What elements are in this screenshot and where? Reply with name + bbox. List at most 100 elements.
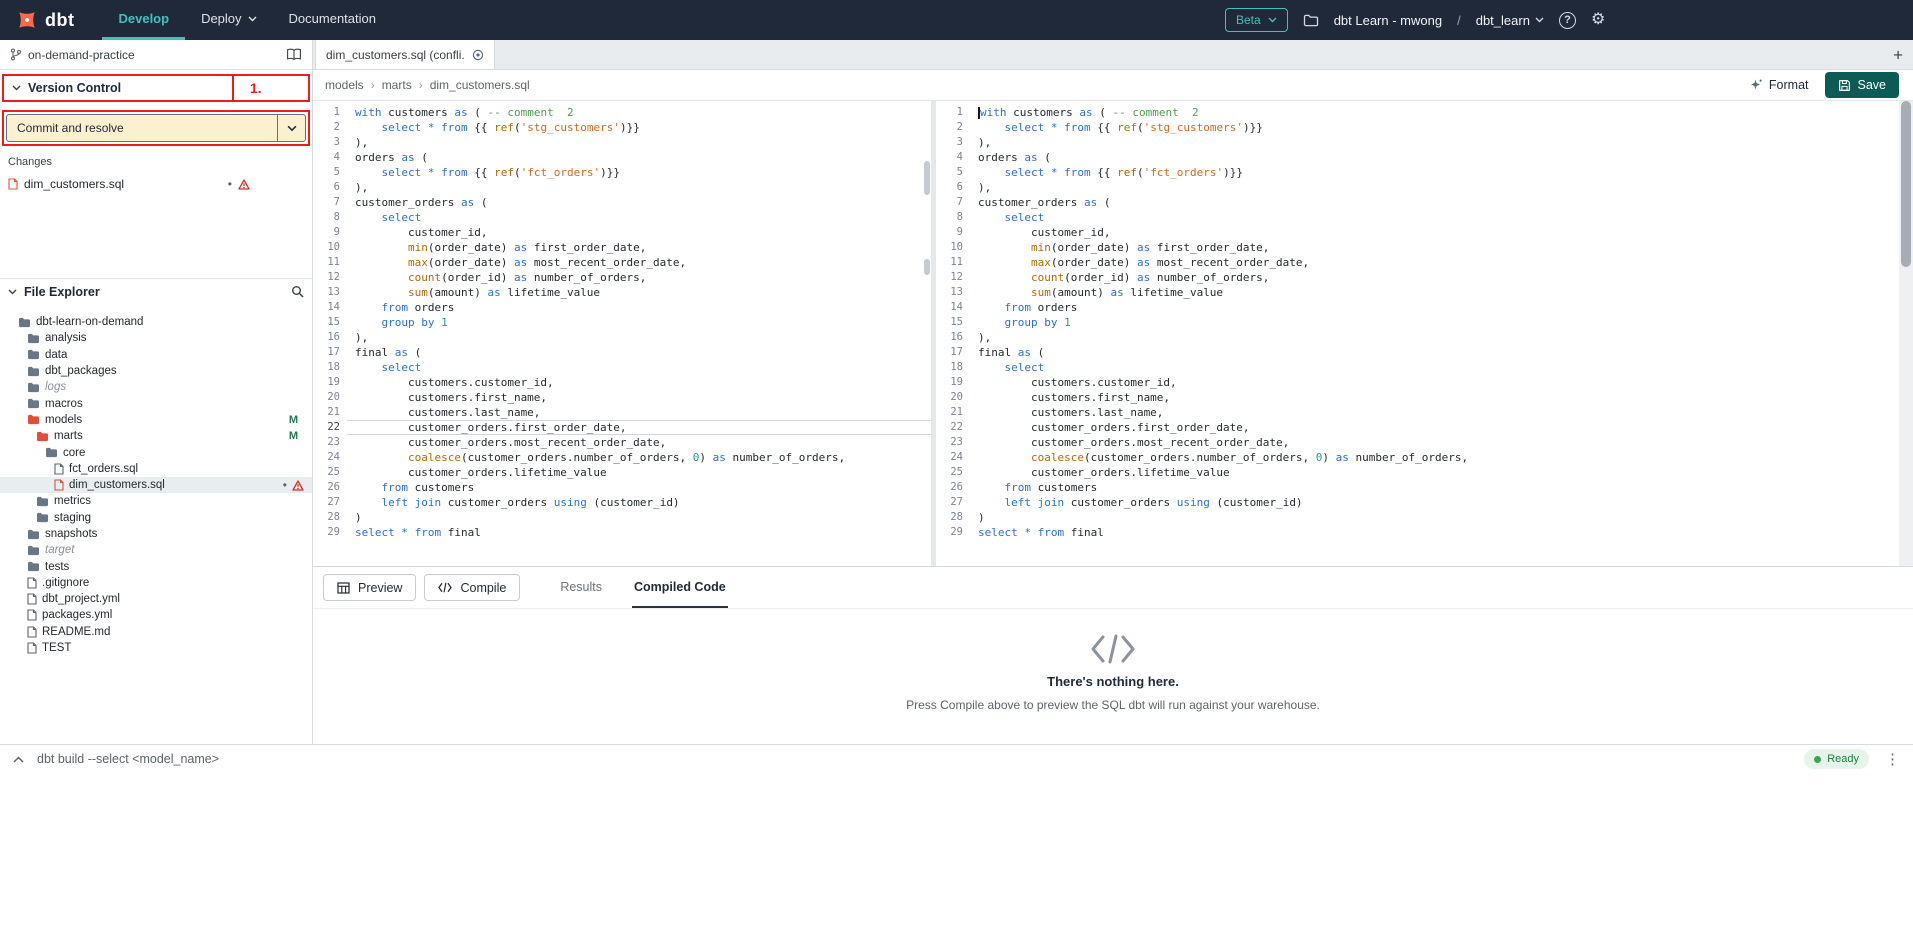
code-line[interactable]: customers.last_name, — [347, 405, 931, 420]
code-line[interactable]: customers.last_name, — [970, 405, 1913, 420]
code-line[interactable]: select * from {{ ref('stg_customers')}} — [970, 120, 1913, 135]
code-line[interactable]: sum(amount) as lifetime_value — [970, 285, 1913, 300]
tab-results[interactable]: Results — [558, 567, 604, 608]
code-line[interactable]: ), — [347, 135, 931, 150]
tree-item-tests[interactable]: tests — [0, 558, 312, 574]
code-line[interactable]: customers.first_name, — [347, 390, 931, 405]
code-line[interactable]: customers.customer_id, — [970, 375, 1913, 390]
new-tab-plus-icon[interactable]: + — [1893, 46, 1903, 63]
help-icon[interactable]: ? — [1559, 12, 1576, 29]
code-line[interactable]: customer_id, — [970, 225, 1913, 240]
left-pane-scrollbar[interactable] — [924, 161, 930, 195]
tree-item-dbt-learn-on-demand[interactable]: dbt-learn-on-demand — [0, 314, 312, 330]
left-pane-scroll-marker[interactable] — [924, 259, 930, 275]
code-line[interactable]: select * from {{ ref('fct_orders')}} — [347, 165, 931, 180]
code-line[interactable]: customer_orders.lifetime_value — [347, 465, 931, 480]
code-line[interactable]: ), — [970, 180, 1913, 195]
tree-item-analysis[interactable]: analysis — [0, 330, 312, 346]
code-line[interactable]: count(order_id) as number_of_orders, — [970, 270, 1913, 285]
code-line[interactable]: group by 1 — [347, 315, 931, 330]
tree-item-data[interactable]: data — [0, 347, 312, 363]
code-line[interactable]: ), — [347, 180, 931, 195]
code-line[interactable]: select — [970, 210, 1913, 225]
code-line[interactable]: select — [347, 360, 931, 375]
code-line[interactable]: final as ( — [970, 345, 1913, 360]
tree-item-logs[interactable]: logs — [0, 379, 312, 395]
tree-item-marts[interactable]: martsM — [0, 428, 312, 444]
scrollbar-thumb[interactable] — [1901, 101, 1911, 267]
code-line[interactable]: customer_id, — [347, 225, 931, 240]
code-line[interactable]: coalesce(customer_orders.number_of_order… — [347, 450, 931, 465]
code-line[interactable]: customers.first_name, — [970, 390, 1913, 405]
code-line[interactable]: min(order_date) as first_order_date, — [970, 240, 1913, 255]
code-line[interactable]: select — [347, 210, 931, 225]
code-line[interactable]: select * from final — [347, 525, 931, 540]
code-line[interactable]: customer_orders as ( — [347, 195, 931, 210]
code-line[interactable]: coalesce(customer_orders.number_of_order… — [970, 450, 1913, 465]
code-line[interactable]: select — [970, 360, 1913, 375]
tree-item-README.md[interactable]: README.md — [0, 624, 312, 640]
tree-item-macros[interactable]: macros — [0, 395, 312, 411]
dbt-logo[interactable]: dbt — [0, 0, 88, 40]
nav-deploy[interactable]: Deploy — [185, 0, 272, 40]
code-line[interactable]: min(order_date) as first_order_date, — [347, 240, 931, 255]
nav-documentation[interactable]: Documentation — [273, 0, 392, 40]
beta-toggle[interactable]: Beta — [1225, 8, 1288, 32]
code-line[interactable]: with customers as ( -- comment 2 — [970, 105, 1913, 120]
code-line[interactable]: final as ( — [347, 345, 931, 360]
code-line[interactable]: customer_orders.most_recent_order_date, — [347, 435, 931, 450]
code-line[interactable]: customer_orders as ( — [970, 195, 1913, 210]
code-line[interactable]: with customers as ( -- comment 2 — [347, 105, 931, 120]
code-line[interactable]: select * from {{ ref('stg_customers')}} — [347, 120, 931, 135]
tree-item-metrics[interactable]: metrics — [0, 493, 312, 509]
code-line[interactable]: customer_orders.first_order_date, — [347, 420, 931, 435]
code-line[interactable]: from orders — [347, 300, 931, 315]
right-pane-scrollbar[interactable] — [1899, 101, 1913, 566]
code-line[interactable]: from customers — [970, 480, 1913, 495]
overflow-menu-icon[interactable]: ⋮ — [1885, 752, 1900, 767]
tree-item-dbt_project.yml[interactable]: dbt_project.yml — [0, 591, 312, 607]
code-editor-left[interactable]: 1234567891011121314151617181920212223242… — [313, 101, 931, 566]
code-line[interactable]: ), — [970, 135, 1913, 150]
code-line[interactable]: customer_orders.first_order_date, — [970, 420, 1913, 435]
code-line[interactable]: customer_orders.most_recent_order_date, — [970, 435, 1913, 450]
code-left[interactable]: with customers as ( -- comment 2 select … — [347, 101, 931, 566]
tree-item-dbt_packages[interactable]: dbt_packages — [0, 363, 312, 379]
command-input[interactable]: dbt build --select <model_name> — [37, 752, 219, 766]
tree-item-TEST[interactable]: TEST — [0, 640, 312, 656]
code-editor-right[interactable]: 1234567891011121314151617181920212223242… — [936, 101, 1913, 566]
project-selector[interactable]: dbt_learn — [1476, 13, 1544, 28]
code-line[interactable]: sum(amount) as lifetime_value — [347, 285, 931, 300]
search-icon[interactable] — [291, 285, 304, 298]
tree-item-models[interactable]: modelsM — [0, 412, 312, 428]
code-line[interactable]: customers.customer_id, — [347, 375, 931, 390]
code-line[interactable]: left join customer_orders using (custome… — [970, 495, 1913, 510]
version-control-header[interactable]: Version Control 1. — [2, 74, 310, 102]
preview-button[interactable]: Preview — [323, 574, 416, 601]
code-line[interactable]: count(order_id) as number_of_orders, — [347, 270, 931, 285]
compile-button[interactable]: Compile — [424, 574, 520, 601]
code-line[interactable]: ), — [970, 330, 1913, 345]
changed-file-row[interactable]: dim_customers.sql • — [0, 175, 312, 193]
code-line[interactable]: select * from final — [970, 525, 1913, 540]
code-line[interactable]: ) — [970, 510, 1913, 525]
format-button[interactable]: Format — [1749, 78, 1809, 92]
commit-dropdown-chevron[interactable] — [277, 115, 305, 141]
tree-item-staging[interactable]: staging — [0, 510, 312, 526]
tree-item-packages.yml[interactable]: packages.yml — [0, 607, 312, 623]
branch-row[interactable]: on-demand-practice — [0, 40, 312, 70]
code-line[interactable]: max(order_date) as most_recent_order_dat… — [347, 255, 931, 270]
code-right[interactable]: with customers as ( -- comment 2 select … — [970, 101, 1913, 566]
tree-item-snapshots[interactable]: snapshots — [0, 526, 312, 542]
file-explorer-header[interactable]: File Explorer — [0, 278, 312, 304]
tree-item-.gitignore[interactable]: .gitignore — [0, 575, 312, 591]
code-line[interactable]: ), — [347, 330, 931, 345]
chevron-up-icon[interactable] — [13, 756, 24, 763]
tree-item-dim_customers.sql[interactable]: dim_customers.sql• — [0, 477, 312, 493]
tab-compiled-code[interactable]: Compiled Code — [632, 567, 728, 608]
settings-gear-icon[interactable]: ⚙ — [1591, 12, 1605, 28]
code-line[interactable]: from orders — [970, 300, 1913, 315]
code-line[interactable]: orders as ( — [970, 150, 1913, 165]
tree-item-fct_orders.sql[interactable]: fct_orders.sql — [0, 461, 312, 477]
code-line[interactable]: from customers — [347, 480, 931, 495]
